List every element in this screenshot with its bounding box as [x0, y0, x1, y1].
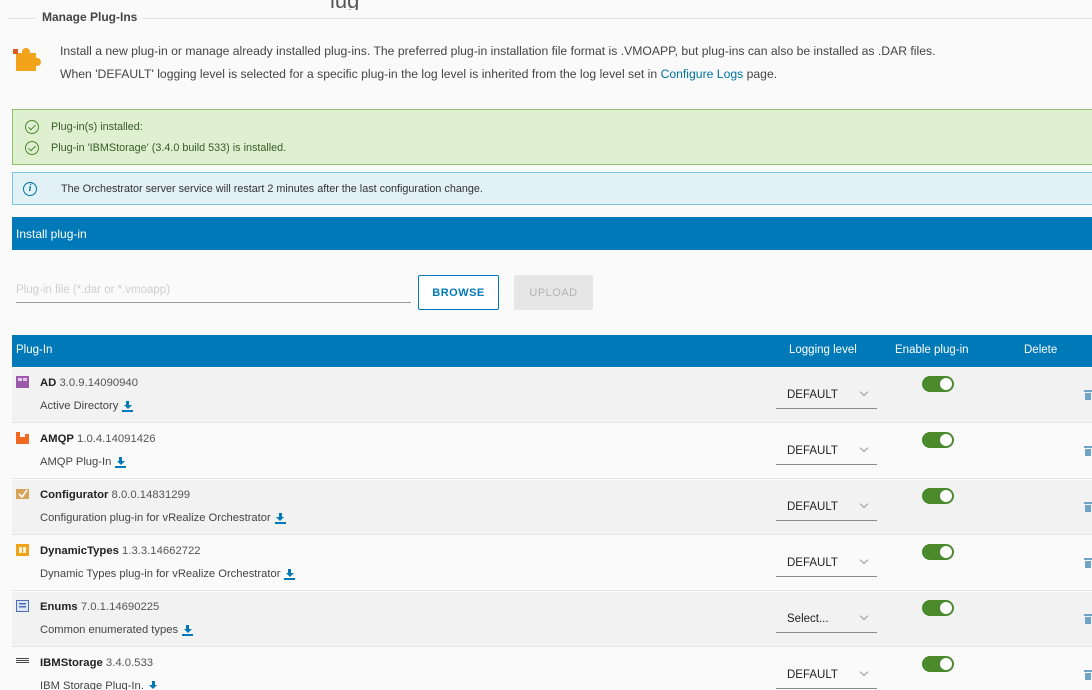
plugin-description: Common enumerated types [40, 624, 194, 636]
enable-plugin-toggle[interactable] [922, 600, 954, 616]
plugin-name: IBMStorage 3.4.0.533 [40, 657, 154, 669]
info-icon: i [23, 181, 37, 196]
plugin-description: IBM Storage Plug-In. [40, 680, 159, 690]
chevron-down-icon [859, 499, 869, 509]
download-icon[interactable] [274, 512, 286, 524]
page-title-cutoff: lug [0, 0, 1092, 10]
column-header-enable: Enable plug-in [895, 344, 969, 356]
success-alert: Plug-in(s) installed: Plug-in 'IBMStorag… [12, 109, 1092, 165]
enable-plugin-toggle[interactable] [922, 544, 954, 560]
amqp-icon [16, 432, 29, 444]
download-icon[interactable] [182, 624, 194, 636]
install-plugin-header: Install plug-in [12, 217, 1092, 250]
configure-logs-link[interactable]: Configure Logs [661, 67, 744, 81]
plugin-name: AD 3.0.9.14090940 [40, 377, 138, 389]
logging-level-select[interactable]: DEFAULT [776, 443, 877, 465]
trash-icon[interactable] [1084, 502, 1092, 512]
column-header-delete: Delete [1024, 344, 1058, 356]
download-icon[interactable] [122, 400, 134, 412]
chevron-down-icon [859, 555, 869, 565]
plugin-description: AMQP Plug-In [40, 456, 127, 468]
chevron-down-icon [859, 387, 869, 397]
success-alert-row: Plug-in(s) installed: [25, 118, 143, 136]
manage-plugins-section: Manage Plug-Ins Install a new plug-in or… [8, 10, 1092, 100]
configurator-icon [16, 489, 29, 499]
success-alert-row: Plug-in 'IBMStorage' (3.4.0 build 533) i… [25, 139, 286, 157]
trash-icon[interactable] [1084, 446, 1092, 456]
description-line-2-suffix: page. [743, 67, 778, 81]
plugin-description: Configuration plug-in for vRealize Orche… [40, 512, 286, 524]
logging-level-select[interactable]: DEFAULT [776, 387, 877, 409]
browse-button[interactable]: BROWSE [418, 275, 499, 310]
plugin-name: AMQP 1.0.4.14091426 [40, 433, 156, 445]
check-circle-icon [25, 120, 39, 134]
check-circle-icon [25, 141, 39, 155]
download-icon[interactable] [284, 568, 296, 580]
active-directory-icon [16, 376, 29, 388]
upload-button[interactable]: UPLOAD [514, 275, 593, 310]
column-header-plugin: Plug-In [16, 344, 53, 356]
trash-icon[interactable] [1084, 670, 1092, 680]
table-row: Enums 7.0.1.14690225 Common enumerated t… [12, 592, 1092, 647]
logging-level-select[interactable]: DEFAULT [776, 499, 877, 521]
logging-level-select[interactable]: DEFAULT [776, 555, 877, 577]
chevron-down-icon [859, 443, 869, 453]
download-icon[interactable] [147, 680, 159, 690]
enable-plugin-toggle[interactable] [922, 656, 954, 672]
success-message: Plug-in 'IBMStorage' (3.4.0 build 533) i… [51, 142, 287, 154]
plugins-table-header: Plug-In Logging level Enable plug-in Del… [12, 335, 1092, 367]
table-row: Configurator 8.0.0.14831299 Configuratio… [12, 480, 1092, 535]
description-line-2: When 'DEFAULT' logging level is selected… [60, 63, 1092, 86]
trash-icon[interactable] [1084, 390, 1092, 400]
table-row: AMQP 1.0.4.14091426 AMQP Plug-In DEFAULT [12, 424, 1092, 479]
success-message: Plug-in(s) installed: [51, 121, 143, 133]
section-legend: Manage Plug-Ins [36, 10, 144, 24]
enable-plugin-toggle[interactable] [922, 488, 954, 504]
enums-icon [16, 600, 29, 612]
page-title-partial: lug [330, 0, 359, 10]
chevron-down-icon [859, 611, 869, 621]
description-line-1: Install a new plug-in or manage already … [60, 44, 936, 58]
column-header-logging: Logging level [789, 344, 857, 356]
table-row: AD 3.0.9.14090940 Active Directory DEFAU… [12, 368, 1092, 423]
plugin-name: DynamicTypes 1.3.3.14662722 [40, 545, 201, 557]
plugin-name: Enums 7.0.1.14690225 [40, 601, 160, 613]
plugin-description: Dynamic Types plug-in for vRealize Orche… [40, 568, 296, 580]
table-row: IBMStorage 3.4.0.533 IBM Storage Plug-In… [12, 648, 1092, 690]
puzzle-piece-icon [13, 48, 41, 71]
dynamic-types-icon [16, 544, 29, 556]
plugin-description: Active Directory [40, 400, 134, 412]
trash-icon[interactable] [1084, 614, 1092, 624]
ibm-logo-icon [16, 658, 29, 663]
plugin-name: Configurator 8.0.0.14831299 [40, 489, 191, 501]
description-line-2-text: When 'DEFAULT' logging level is selected… [60, 67, 661, 81]
table-row: DynamicTypes 1.3.3.14662722 Dynamic Type… [12, 536, 1092, 591]
trash-icon[interactable] [1084, 558, 1092, 568]
logging-level-select[interactable]: DEFAULT [776, 667, 877, 689]
download-icon[interactable] [115, 456, 127, 468]
logging-level-select[interactable]: Select... [776, 611, 877, 633]
section-description: Install a new plug-in or manage already … [60, 40, 1092, 86]
enable-plugin-toggle[interactable] [922, 432, 954, 448]
chevron-down-icon [859, 667, 869, 677]
enable-plugin-toggle[interactable] [922, 376, 954, 392]
info-alert: i The Orchestrator server service will r… [12, 172, 1092, 205]
plugin-file-input[interactable]: Plug-in file (*.dar or *.vmoapp) [16, 278, 411, 303]
info-message: The Orchestrator server service will res… [61, 182, 483, 195]
